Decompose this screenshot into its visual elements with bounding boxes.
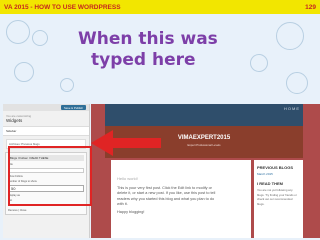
background-bubble xyxy=(6,20,30,44)
i-read-them-heading: I READ THEM xyxy=(257,181,283,186)
post-title[interactable]: Hello world! xyxy=(117,176,221,182)
background-bubble xyxy=(32,30,48,46)
slide-header-bar: VA 2015 - HOW TO USE WORDPRESS 129 xyxy=(0,0,320,14)
headline-line-2: typed here xyxy=(91,50,196,70)
background-bubble xyxy=(14,62,34,82)
site-preview: HOME VIMAEXPERT2015 Expert Professional … xyxy=(91,104,320,238)
red-arrow-icon xyxy=(91,130,161,156)
archive-link[interactable]: March 2015 xyxy=(257,172,300,176)
post: Hello world! This is your very first pos… xyxy=(117,176,221,216)
previous-blogs-heading: PREVIOUS BLOGS xyxy=(257,165,294,170)
post-content: Hello world! This is your very first pos… xyxy=(111,160,251,238)
remove-close-link[interactable]: Remove | Close xyxy=(8,209,84,212)
site-menu[interactable]: HOME xyxy=(284,106,300,111)
sidebar-section[interactable]: Sidebar xyxy=(3,126,89,136)
slide-page-number: 129 xyxy=(305,3,316,11)
save-publish-button[interactable]: Save & Publish xyxy=(61,105,86,110)
post-body: This is your very first post. Click the … xyxy=(117,185,216,207)
background-bubble xyxy=(60,78,74,92)
background-bubble xyxy=(286,72,308,94)
customizer-topbar: Save & Publish xyxy=(3,104,89,111)
background-bubble xyxy=(276,22,304,50)
highlight-box xyxy=(8,146,92,206)
site-sidebar: PREVIOUS BLOGS March 2015 I READ THEM Yo… xyxy=(254,160,303,238)
site-header: HOME xyxy=(105,104,303,126)
post-closing: Happy blogging! xyxy=(117,209,145,214)
i-read-them-text: You are not yet following any blogs. Try… xyxy=(257,188,297,206)
slide-headline: When this was typed here xyxy=(78,29,268,71)
headline-line-1: When this was xyxy=(78,29,218,49)
slide-header-title: VA 2015 - HOW TO USE WORDPRESS xyxy=(4,3,121,11)
customizer-title: Widgets xyxy=(6,118,23,123)
